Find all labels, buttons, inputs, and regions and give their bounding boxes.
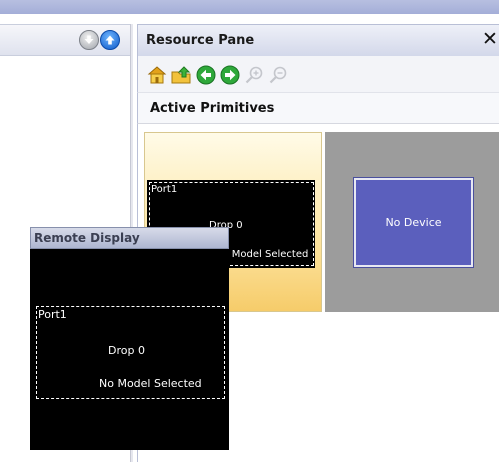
remote-display-title: Remote Display xyxy=(34,231,140,245)
port1-thumbnail-model-label: No Model Selected xyxy=(215,249,309,260)
remote-display-port-label: Port1 xyxy=(38,308,67,321)
no-device-box: No Device xyxy=(353,177,474,268)
remote-display-model-label: No Model Selected xyxy=(99,377,202,390)
remote-display-screen[interactable]: Port1 Drop 0 No Model Selected xyxy=(30,249,229,450)
forward-arrow-icon[interactable] xyxy=(220,65,240,85)
zoom-in-icon[interactable] xyxy=(244,65,264,85)
back-arrow-icon[interactable] xyxy=(196,65,216,85)
remote-display-titlebar[interactable]: Remote Display xyxy=(30,227,229,249)
active-primitives-title: Active Primitives xyxy=(150,101,275,116)
left-panel-header xyxy=(0,24,133,56)
top-strip xyxy=(0,0,499,14)
resource-pane-title: Resource Pane xyxy=(146,33,255,48)
active-primitives-header: Active Primitives xyxy=(137,92,499,124)
close-icon[interactable]: ✕ xyxy=(482,28,498,50)
zoom-out-icon[interactable] xyxy=(268,65,288,85)
scroll-up-icon[interactable] xyxy=(100,30,120,50)
up-folder-icon[interactable] xyxy=(171,65,191,85)
home-folder-icon[interactable] xyxy=(147,65,167,85)
scroll-down-icon[interactable] xyxy=(79,30,99,50)
port1-thumbnail-port-label: Port1 xyxy=(151,184,178,195)
resource-pane-titlebar: Resource Pane ✕ xyxy=(137,24,499,56)
remote-display-drop-label: Drop 0 xyxy=(108,344,145,357)
no-device-label: No Device xyxy=(385,216,442,229)
resource-pane-toolbar xyxy=(137,56,499,92)
